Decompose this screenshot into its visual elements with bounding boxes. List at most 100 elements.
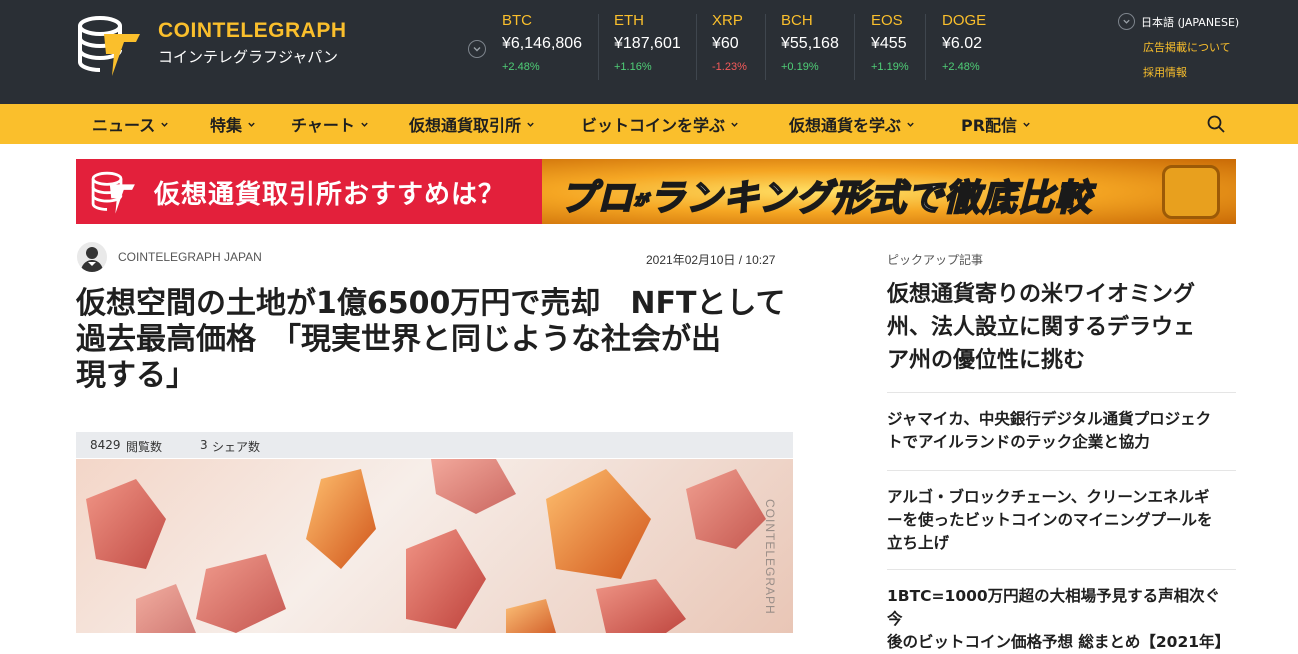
ticker-price: ¥6.02 xyxy=(942,35,983,52)
ticker-expand-button[interactable] xyxy=(468,40,486,58)
search-icon[interactable] xyxy=(1206,114,1226,134)
nav-label: ビットコインを学ぶ xyxy=(581,116,726,135)
article-line: 後のビットコイン価格予想 総まとめ【2021年】 xyxy=(887,633,1231,651)
banner-right-pre: プロ xyxy=(559,177,635,220)
chevron-down-icon xyxy=(1023,122,1030,127)
ticker-symbol: XRP xyxy=(712,12,743,29)
svg-text:COINTELEGRAPH: COINTELEGRAPH xyxy=(763,499,777,615)
hero-illustration: COINTELEGRAPH xyxy=(86,459,777,633)
chevron-down-icon xyxy=(907,122,914,127)
nav-label: 特集 xyxy=(210,116,243,135)
headline-line: 過去最高価格 「現実世界と同じような社会が出 xyxy=(76,322,721,357)
nav-label: チャート xyxy=(291,116,355,135)
chevron-down-icon xyxy=(1123,19,1130,24)
featured-line: ア州の優位性に挑む xyxy=(887,348,1086,373)
pickup-article-link[interactable]: ジャマイカ、中央銀行デジタル通貨プロジェク トでアイルランドのテック企業と協力 xyxy=(887,408,1237,454)
divider xyxy=(887,470,1236,471)
ticker-change: +2.48% xyxy=(942,61,980,73)
chevron-down-icon xyxy=(731,122,738,127)
language-selector[interactable]: 日本語 (JAPANESE) xyxy=(1118,13,1239,30)
article-stats: 8429 閲覧数 3 シェア数 xyxy=(76,432,793,458)
chevron-down-icon xyxy=(361,122,368,127)
ticker-divider xyxy=(765,14,766,80)
brand-subtitle[interactable]: コインテレグラフジャパン xyxy=(158,46,338,67)
headline-line: 仮想空間の土地が1億6500万円で売却 NFTとして xyxy=(76,286,786,321)
ticker-change: +0.19% xyxy=(781,61,819,73)
pickup-article-link[interactable]: 1BTC=1000万円超の大相場予見する声相次ぐ 今 後のビットコイン価格予想 … xyxy=(887,585,1237,654)
nav-label: ニュース xyxy=(92,116,156,135)
article-line: ジャマイカ、中央銀行デジタル通貨プロジェク xyxy=(887,410,1212,428)
banner-left-text: 仮想通貨取引所おすすめは？ xyxy=(154,180,506,210)
chevron-down-icon xyxy=(248,122,255,127)
ticker-price: ¥60 xyxy=(712,35,739,52)
person-icon xyxy=(81,247,103,272)
ticker-xrp[interactable]: XRP ¥60 -1.23% xyxy=(712,12,747,82)
article-date: 2021年02月10日 / 10:27 xyxy=(646,253,776,267)
article-hero-image: COINTELEGRAPH xyxy=(76,459,793,633)
banner-right: プロがランキング形式で徹底比較 xyxy=(542,159,1236,224)
nav-news[interactable]: ニュース xyxy=(92,104,169,144)
headline-line: 現する」 xyxy=(76,358,196,393)
ticker-eos[interactable]: EOS ¥455 +1.19% xyxy=(871,12,909,82)
ticker-price: ¥455 xyxy=(871,35,907,52)
nav-label: 仮想通貨取引所 xyxy=(409,116,522,135)
cointelegraph-logo-icon xyxy=(91,171,135,214)
author-name[interactable]: COINTELEGRAPH JAPAN xyxy=(118,250,262,264)
nav-exchanges[interactable]: 仮想通貨取引所 xyxy=(409,104,535,144)
careers-link[interactable]: 採用情報 xyxy=(1143,64,1187,80)
article-headline: 仮想空間の土地が1億6500万円で売却 NFTとして 過去最高価格 「現実世界と… xyxy=(76,286,796,394)
ticker-bch[interactable]: BCH ¥55,168 +0.19% xyxy=(781,12,839,82)
divider xyxy=(887,569,1236,570)
banner-right-small: が xyxy=(633,192,650,210)
featured-line: 州、法人設立に関するデラウェ xyxy=(887,315,1196,340)
ticker-symbol: DOGE xyxy=(942,12,987,29)
article-line: アルゴ・ブロックチェーン、クリーンエネルギ xyxy=(887,488,1210,506)
article-line: 立ち上げ xyxy=(887,534,950,552)
nav-features[interactable]: 特集 xyxy=(210,104,256,144)
featured-line: 仮想通貨寄りの米ワイオミング xyxy=(887,282,1196,307)
article-line: ーを使ったビットコインのマイニングプールを xyxy=(887,511,1213,529)
banner-right-main: ランキング形式で徹底比較 xyxy=(648,177,1092,220)
ticker-change: +1.19% xyxy=(871,61,909,73)
views-label: 閲覧数 xyxy=(126,440,163,454)
cointelegraph-logo-icon[interactable] xyxy=(76,12,144,78)
nav-learn-bitcoin[interactable]: ビットコインを学ぶ xyxy=(581,104,739,144)
author-avatar[interactable] xyxy=(77,242,107,272)
pickup-label: ピックアップ記事 xyxy=(887,253,984,267)
chevron-down-icon xyxy=(161,122,168,127)
brand-name[interactable]: COINTELEGRAPH xyxy=(158,19,347,43)
nav-label: 仮想通貨を学ぶ xyxy=(789,116,902,135)
ticker-symbol: BCH xyxy=(781,12,813,29)
ticker-price: ¥187,601 xyxy=(614,35,681,52)
divider xyxy=(887,392,1236,393)
ticker-price: ¥6,146,806 xyxy=(502,35,583,52)
chevron-down-icon xyxy=(473,47,481,52)
coin-icon xyxy=(1162,165,1220,219)
banner-right-headline: プロがランキング形式で徹底比較 xyxy=(559,169,1092,221)
ticker-symbol: ETH xyxy=(614,12,644,29)
ticker-eth[interactable]: ETH ¥187,601 +1.16% xyxy=(614,12,681,82)
pickup-featured-link[interactable]: 仮想通貨寄りの米ワイオミング 州、法人設立に関するデラウェ ア州の優位性に挑む xyxy=(887,278,1237,377)
ad-banner[interactable]: 仮想通貨取引所おすすめは？ プロがランキング形式で徹底比較 xyxy=(76,159,1236,224)
article-line: トでアイルランドのテック企業と協力 xyxy=(887,433,1150,451)
ticker-btc[interactable]: BTC ¥6,146,806 +2.48% xyxy=(502,12,582,82)
shares-label: シェア数 xyxy=(212,440,261,454)
ticker-divider xyxy=(925,14,926,80)
ticker-symbol: BTC xyxy=(502,12,532,29)
pickup-article-link[interactable]: アルゴ・ブロックチェーン、クリーンエネルギ ーを使ったビットコインのマイニングプ… xyxy=(887,486,1237,555)
language-label: 日本語 (JAPANESE) xyxy=(1141,15,1240,29)
shares-count: 3 xyxy=(200,438,208,452)
nav-charts[interactable]: チャート xyxy=(291,104,369,144)
advertising-link[interactable]: 広告掲載について xyxy=(1143,39,1231,55)
ticker-change: +1.16% xyxy=(614,61,652,73)
article-line: 1BTC=1000万円超の大相場予見する声相次ぐ 今 xyxy=(887,587,1221,628)
ticker-doge[interactable]: DOGE ¥6.02 +2.48% xyxy=(942,12,986,82)
nav-pr[interactable]: PR配信 xyxy=(961,104,1031,144)
main-nav: ニュース 特集 チャート 仮想通貨取引所 ビットコインを学ぶ 仮想通貨を学ぶ P… xyxy=(0,104,1298,144)
ticker-price: ¥55,168 xyxy=(781,35,839,52)
nav-learn-crypto[interactable]: 仮想通貨を学ぶ xyxy=(789,104,915,144)
banner-left: 仮想通貨取引所おすすめは？ xyxy=(76,159,542,224)
views-count: 8429 xyxy=(90,438,121,452)
ticker-symbol: EOS xyxy=(871,12,903,29)
ticker-divider xyxy=(696,14,697,80)
